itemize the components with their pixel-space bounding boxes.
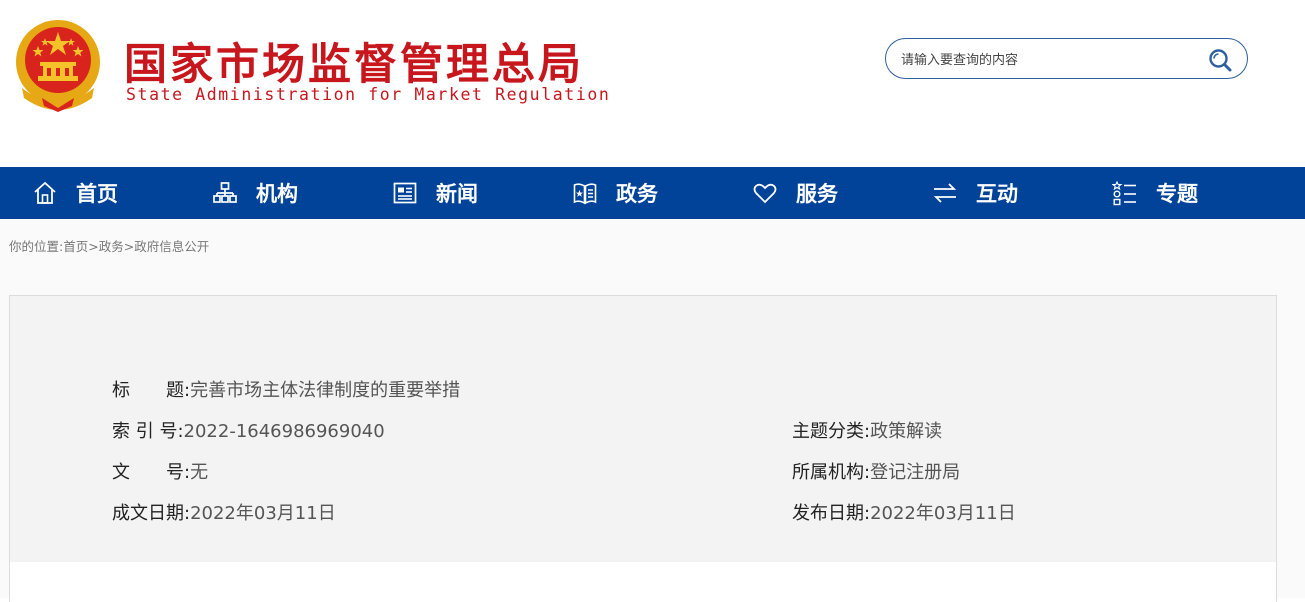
breadcrumb-link-government-affairs[interactable]: 政务 (99, 239, 124, 254)
main-nav: 首页 机构 新闻 政务 服务 互动 专题 (0, 167, 1305, 219)
org-chart-icon (213, 182, 237, 203)
breadcrumb-prefix: 你的位置: (9, 239, 64, 254)
search-input[interactable] (899, 49, 1193, 71)
document-body-area (9, 562, 1277, 602)
search-box (885, 38, 1248, 79)
nav-item-organization[interactable]: 机构 (212, 167, 298, 219)
breadcrumb-separator: > (123, 239, 135, 254)
doc-written-date-field: 成文日期:2022年03月11日 (112, 499, 336, 525)
news-icon (393, 182, 417, 204)
nav-item-interaction[interactable]: 互动 (932, 167, 1018, 219)
nav-label: 专题 (1156, 182, 1198, 206)
doc-agency-field: 所属机构:登记注册局 (792, 458, 960, 484)
nav-label: 政务 (616, 182, 658, 206)
exchange-arrows-icon (933, 183, 957, 203)
site-title-en: State Administration for Market Regulati… (126, 85, 611, 104)
doc-number-value: 无 (190, 462, 209, 483)
doc-category-field: 主题分类:政策解读 (792, 417, 942, 443)
doc-agency-label: 所属机构: (792, 462, 871, 483)
doc-written-date-label: 成文日期: (112, 503, 191, 524)
nav-label: 机构 (256, 182, 298, 206)
doc-publish-date-value: 2022年03月11日 (870, 503, 1016, 524)
nav-item-government-affairs[interactable]: 政务 (572, 167, 658, 219)
national-emblem-icon (16, 20, 100, 112)
doc-index-field: 索 引 号:2022-1646986969040 (112, 417, 385, 443)
doc-title-value: 完善市场主体法律制度的重要举措 (190, 380, 461, 401)
nav-item-topics[interactable]: 专题 (1112, 167, 1198, 219)
doc-number-label: 文 号: (112, 462, 191, 483)
nav-label: 首页 (76, 182, 118, 206)
doc-publish-date-label: 发布日期: (792, 503, 871, 524)
doc-title-label: 标 题: (112, 380, 191, 401)
nav-item-services[interactable]: 服务 (752, 167, 838, 219)
heart-icon (753, 183, 777, 204)
home-icon (34, 181, 56, 204)
nav-item-news[interactable]: 新闻 (392, 167, 478, 219)
doc-index-value: 2022-1646986969040 (183, 421, 385, 442)
site-header: 国家市场监督管理总局 State Administration for Mark… (0, 0, 1305, 167)
doc-category-label: 主题分类: (792, 421, 871, 442)
site-title-cn: 国家市场监督管理总局 (124, 40, 584, 90)
breadcrumb-link-info-disclosure[interactable]: 政府信息公开 (134, 239, 209, 254)
topics-list-icon (1112, 180, 1136, 206)
nav-item-home[interactable]: 首页 (32, 167, 118, 219)
doc-index-label: 索 引 号: (112, 421, 184, 442)
breadcrumb-link-home[interactable]: 首页 (63, 239, 88, 254)
doc-number-field: 文 号:无 (112, 458, 208, 484)
breadcrumb: 你的位置:首页>政务>政府信息公开 (9, 236, 209, 255)
doc-title-field: 标 题:完善市场主体法律制度的重要举措 (112, 376, 460, 402)
search-icon[interactable] (1207, 47, 1233, 73)
government-affairs-icon (573, 183, 597, 205)
doc-publish-date-field: 发布日期:2022年03月11日 (792, 499, 1016, 525)
doc-category-value: 政策解读 (870, 421, 943, 442)
doc-written-date-value: 2022年03月11日 (190, 503, 336, 524)
nav-label: 服务 (796, 182, 838, 206)
nav-label: 新闻 (436, 182, 478, 206)
doc-agency-value: 登记注册局 (870, 462, 961, 483)
breadcrumb-separator: > (88, 239, 99, 254)
nav-label: 互动 (976, 182, 1018, 206)
